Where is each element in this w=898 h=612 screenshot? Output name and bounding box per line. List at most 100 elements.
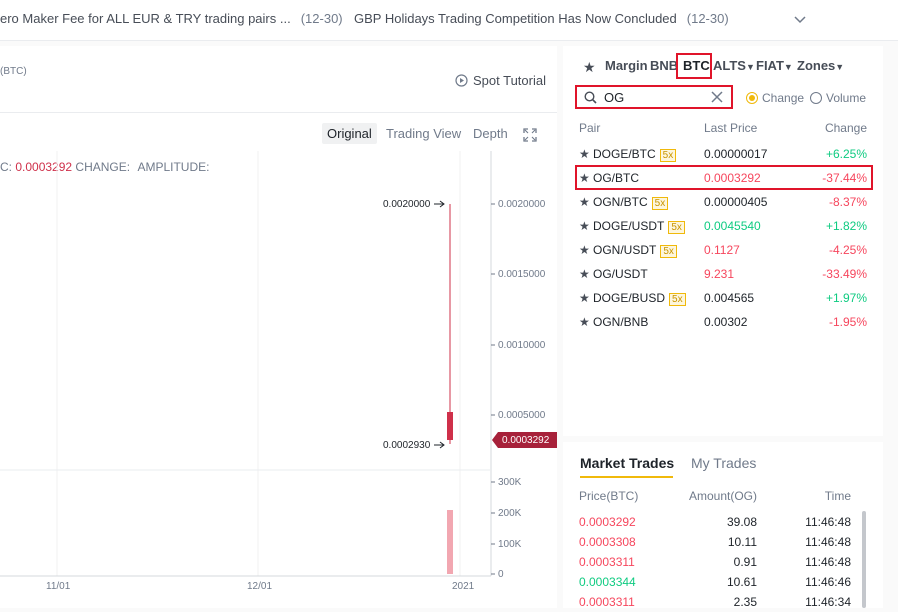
pair-label: OGN/BTC bbox=[593, 195, 648, 209]
price-change: +6.25% bbox=[825, 147, 867, 161]
trades-panel: Market Trades My Trades Price(BTC) Amoun… bbox=[563, 442, 883, 609]
pair-row[interactable]: ★ OGN/BTC 5x 0.00000405 -8.37% bbox=[563, 190, 883, 214]
active-tab-indicator bbox=[580, 476, 673, 478]
tab-alts[interactable]: ALTS▼ bbox=[713, 58, 755, 73]
pair-label: DOGE/BUSD bbox=[593, 291, 666, 305]
radio-change[interactable]: Change bbox=[746, 91, 804, 105]
star-icon[interactable]: ★ bbox=[579, 147, 590, 161]
volume-tick-label: 0 bbox=[498, 569, 504, 580]
tab-zones-label: Zones bbox=[797, 58, 836, 73]
trade-price: 0.0003292 bbox=[579, 515, 636, 529]
caret-down-icon: ▼ bbox=[835, 62, 845, 72]
pair-name: DOGE/BUSD 5x bbox=[593, 291, 686, 306]
pair-row[interactable]: ★ DOGE/BTC 5x 0.00000017 +6.25% bbox=[563, 142, 883, 166]
last-price: 0.00000405 bbox=[704, 195, 768, 209]
announcement-item[interactable]: ero Maker Fee for ALL EUR & TRY trading … bbox=[0, 11, 343, 26]
star-icon[interactable]: ★ bbox=[579, 267, 590, 281]
caret-down-icon: ▼ bbox=[745, 62, 755, 72]
star-icon[interactable]: ★ bbox=[579, 315, 590, 329]
pair-row[interactable]: ★ OGN/USDT 5x 0.1127 -4.25% bbox=[563, 238, 883, 262]
last-price: 0.00000017 bbox=[704, 147, 768, 161]
trade-price: 0.0003311 bbox=[579, 595, 635, 609]
col-header-last-price[interactable]: Last Price bbox=[704, 121, 757, 135]
candle-body bbox=[447, 412, 453, 440]
leverage-badge: 5x bbox=[660, 245, 677, 258]
search-input[interactable]: OG bbox=[604, 90, 624, 105]
last-price: 0.004565 bbox=[704, 291, 755, 305]
price-tick-label: 0.0020000 bbox=[498, 199, 546, 210]
trade-row: 0.0003344 10.61 11:46:46 bbox=[563, 572, 883, 592]
trade-amount: 39.08 bbox=[726, 515, 757, 529]
trade-row: 0.0003308 10.11 11:46:48 bbox=[563, 532, 883, 552]
price-change: +1.82% bbox=[825, 219, 867, 233]
trade-amount: 10.61 bbox=[726, 575, 757, 589]
volume-tick-label: 300K bbox=[498, 477, 522, 488]
tab-fiat-label: FIAT bbox=[756, 58, 784, 73]
announcement-text: GBP Holidays Trading Competition Has Now… bbox=[354, 11, 677, 26]
pair-row[interactable]: ★ DOGE/BUSD 5x 0.004565 +1.97% bbox=[563, 286, 883, 310]
radio-unselected-icon bbox=[810, 92, 822, 104]
last-price: 0.0045540 bbox=[704, 219, 761, 233]
star-icon[interactable]: ★ bbox=[583, 59, 596, 76]
last-price: 0.00302 bbox=[704, 315, 748, 329]
tab-zones[interactable]: Zones▼ bbox=[797, 58, 844, 73]
radio-selected-icon bbox=[746, 92, 758, 104]
tab-bnb[interactable]: BNB bbox=[650, 58, 678, 73]
date-tick-label: 12/01 bbox=[247, 581, 272, 592]
pair-row[interactable]: ★ OG/USDT 9.231 -33.49% bbox=[563, 262, 883, 286]
col-header-change[interactable]: Change bbox=[825, 121, 867, 135]
col-header-pair[interactable]: Pair bbox=[579, 121, 600, 135]
volume-tick-label: 200K bbox=[498, 508, 522, 519]
pair-name: DOGE/USDT 5x bbox=[593, 219, 685, 234]
leverage-badge: 5x bbox=[659, 149, 677, 162]
tab-margin[interactable]: Margin bbox=[605, 58, 648, 73]
pair-row[interactable]: ★ OGN/BNB 0.00302 -1.95% bbox=[563, 310, 883, 334]
trade-time: 11:46:48 bbox=[805, 535, 851, 549]
pair-name: OGN/USDT 5x bbox=[593, 243, 677, 258]
price-change: +1.97% bbox=[825, 291, 867, 305]
radio-change-label: Change bbox=[762, 91, 805, 105]
star-icon[interactable]: ★ bbox=[579, 219, 590, 233]
pair-name: OGN/BTC 5x bbox=[593, 195, 669, 210]
price-change: -8.37% bbox=[828, 195, 867, 209]
trade-time: 11:46:48 bbox=[805, 515, 851, 529]
date-tick-label: 2021 bbox=[452, 581, 475, 592]
trade-price: 0.0003308 bbox=[579, 535, 636, 549]
last-price: 0.1127 bbox=[704, 243, 740, 257]
close-icon[interactable] bbox=[710, 90, 724, 104]
scrollbar[interactable] bbox=[862, 511, 866, 608]
candlestick-chart[interactable]: 0.0020000 0.0015000 0.0010000 0.0005000 … bbox=[0, 46, 557, 608]
trade-price: 0.0003311 bbox=[579, 555, 635, 569]
tab-fiat[interactable]: FIAT▼ bbox=[756, 58, 793, 73]
announcement-text: ero Maker Fee for ALL EUR & TRY trading … bbox=[0, 11, 291, 26]
star-icon[interactable]: ★ bbox=[579, 195, 590, 209]
tab-market-trades[interactable]: Market Trades bbox=[580, 455, 674, 471]
leverage-badge: 5x bbox=[669, 293, 686, 306]
tab-my-trades[interactable]: My Trades bbox=[691, 455, 756, 471]
search-field[interactable]: OG bbox=[575, 85, 733, 109]
radio-volume-label: Volume bbox=[826, 91, 867, 105]
chevron-down-icon[interactable] bbox=[794, 13, 806, 25]
radio-volume[interactable]: Volume bbox=[810, 91, 866, 105]
last-price: 9.231 bbox=[704, 267, 735, 281]
announcement-date: (12-30) bbox=[686, 11, 729, 26]
pair-name: OG/USDT bbox=[593, 267, 648, 281]
pair-label: OG/USDT bbox=[593, 267, 648, 281]
caret-down-icon: ▼ bbox=[783, 62, 793, 72]
trade-row: 0.0003311 0.91 11:46:48 bbox=[563, 552, 883, 572]
chart-panel: (BTC) Spot Tutorial Original Trading Vie… bbox=[0, 46, 557, 608]
arrow-icon bbox=[434, 441, 445, 449]
volume-bar bbox=[447, 510, 453, 574]
pair-label: DOGE/USDT bbox=[593, 219, 665, 233]
announcement-date: (12-30) bbox=[300, 11, 343, 26]
pair-name: OGN/BNB bbox=[593, 315, 648, 329]
price-tick-label: 0.0015000 bbox=[498, 269, 546, 280]
star-icon[interactable]: ★ bbox=[579, 291, 590, 305]
announcement-item[interactable]: GBP Holidays Trading Competition Has Now… bbox=[354, 11, 729, 26]
arrow-icon bbox=[434, 200, 445, 208]
star-icon[interactable]: ★ bbox=[579, 243, 590, 257]
leverage-badge: 5x bbox=[651, 197, 669, 210]
price-change: -33.49% bbox=[822, 267, 867, 281]
price-change: -4.25% bbox=[828, 243, 867, 257]
pair-row[interactable]: ★ DOGE/USDT 5x 0.0045540 +1.82% bbox=[563, 214, 883, 238]
